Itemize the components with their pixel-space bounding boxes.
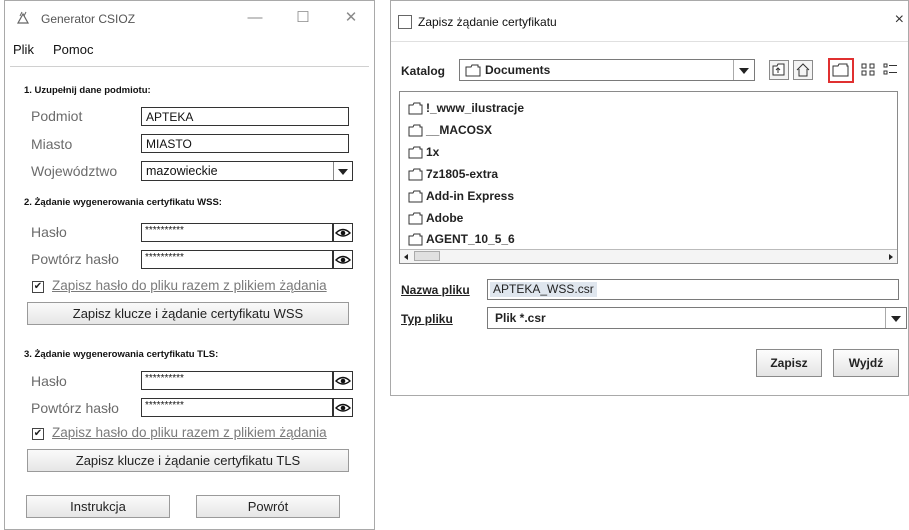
section1-heading: 1. Uzupełnij dane podmiotu: bbox=[24, 85, 151, 96]
wss-password-input[interactable]: ********** bbox=[141, 223, 333, 242]
chevron-down-icon[interactable] bbox=[333, 162, 352, 180]
filename-label: Nazwa pliku bbox=[401, 283, 470, 297]
maximize-button[interactable]: ☐ bbox=[289, 7, 317, 29]
folder-icon bbox=[408, 190, 423, 203]
up-folder-icon[interactable] bbox=[769, 60, 789, 80]
close-button[interactable]: ✕ bbox=[337, 7, 365, 29]
save-tls-button[interactable]: Zapisz klucze i żądanie certyfikatu TLS bbox=[27, 449, 349, 472]
list-view-icon[interactable] bbox=[859, 60, 879, 80]
save-dialog: Zapisz żądanie certyfikatu × Katalog Doc… bbox=[390, 0, 909, 396]
wss-save-password-label[interactable]: Zapisz hasło do pliku razem z plikiem żą… bbox=[52, 278, 327, 293]
eye-icon[interactable] bbox=[333, 398, 353, 417]
filetype-label: Typ pliku bbox=[401, 312, 453, 326]
new-folder-icon[interactable] bbox=[828, 58, 854, 83]
generator-window: Generator CSIOZ — ☐ ✕ Plik Pomoc 1. Uzup… bbox=[4, 0, 375, 530]
menu-pomoc[interactable]: Pomoc bbox=[53, 42, 93, 57]
podmiot-input[interactable]: APTEKA bbox=[141, 107, 349, 126]
scroll-right-icon[interactable] bbox=[884, 250, 897, 262]
tls-save-password-checkbox[interactable]: ✔ bbox=[32, 428, 44, 440]
file-name: 7z1805-extra bbox=[426, 167, 499, 181]
wss-haslo-label: Hasło bbox=[31, 224, 67, 240]
miasto-label: Miasto bbox=[31, 136, 73, 152]
folder-icon bbox=[408, 146, 423, 159]
menu-bar: Plik Pomoc bbox=[5, 39, 374, 61]
section2-heading: 2. Żądanie wygenerowania certyfikatu WSS… bbox=[24, 197, 222, 208]
java-app-icon bbox=[398, 15, 412, 29]
katalog-value: Documents bbox=[485, 63, 551, 77]
folder-icon bbox=[465, 64, 481, 77]
folder-icon bbox=[408, 212, 423, 225]
folder-icon bbox=[408, 168, 423, 181]
save-wss-button[interactable]: Zapisz klucze i żądanie certyfikatu WSS bbox=[27, 302, 349, 325]
close-icon[interactable]: × bbox=[895, 11, 904, 29]
wss-repeat-password-input[interactable]: ********** bbox=[141, 250, 333, 269]
podmiot-label: Podmiot bbox=[31, 108, 83, 124]
folder-icon bbox=[408, 102, 423, 115]
chevron-down-icon[interactable] bbox=[885, 308, 906, 328]
wss-powtorz-label: Powtórz hasło bbox=[31, 251, 119, 267]
wojewodztwo-value: mazowieckie bbox=[146, 164, 218, 178]
file-name: !_www_ilustracje bbox=[426, 101, 525, 115]
filename-value: APTEKA_WSS.csr bbox=[490, 282, 597, 297]
tls-repeat-password-input[interactable]: ********** bbox=[141, 398, 333, 417]
menu-plik[interactable]: Plik bbox=[13, 42, 34, 57]
scrollbar-thumb[interactable] bbox=[414, 251, 440, 261]
title-separator bbox=[391, 41, 908, 42]
app-logo-icon bbox=[16, 11, 30, 24]
window-title: Generator CSIOZ bbox=[41, 12, 136, 26]
eye-icon[interactable] bbox=[333, 371, 353, 390]
filetype-select[interactable]: Plik *.csr bbox=[487, 307, 907, 329]
filename-input[interactable]: APTEKA_WSS.csr bbox=[487, 279, 899, 300]
eye-icon[interactable] bbox=[333, 250, 353, 269]
file-name: Add-in Express bbox=[426, 189, 515, 203]
form-panel: 1. Uzupełnij dane podmiotu: Podmiot APTE… bbox=[10, 66, 369, 527]
tls-haslo-label: Hasło bbox=[31, 373, 67, 389]
filetype-value: Plik *.csr bbox=[495, 311, 546, 325]
katalog-combo[interactable]: Documents bbox=[459, 59, 755, 81]
wss-save-password-checkbox[interactable]: ✔ bbox=[32, 281, 44, 293]
folder-icon bbox=[408, 233, 423, 246]
wojewodztwo-select[interactable]: mazowieckie bbox=[141, 161, 353, 181]
miasto-input[interactable]: MIASTO bbox=[141, 134, 349, 153]
wojewodztwo-label: Województwo bbox=[31, 163, 118, 179]
katalog-label: Katalog bbox=[401, 64, 446, 78]
file-name: __MACOSX bbox=[426, 123, 493, 137]
minimize-button[interactable]: — bbox=[241, 7, 269, 29]
file-name: AGENT_10_5_6 bbox=[426, 232, 515, 246]
section3-heading: 3. Żądanie wygenerowania certyfikatu TLS… bbox=[24, 349, 219, 360]
details-view-icon[interactable] bbox=[881, 60, 901, 80]
instrukcja-button[interactable]: Instrukcja bbox=[26, 495, 170, 518]
home-icon[interactable] bbox=[793, 60, 813, 80]
file-name: Adobe bbox=[426, 211, 464, 225]
chevron-down-icon[interactable] bbox=[733, 60, 754, 80]
file-list[interactable]: !_www_ilustracje __MACOSX 1x 7z1805-extr… bbox=[399, 91, 898, 264]
generator-titlebar: Generator CSIOZ — ☐ ✕ bbox=[5, 1, 374, 37]
tls-save-password-label[interactable]: Zapisz hasło do pliku razem z plikiem żą… bbox=[52, 425, 327, 440]
dialog-title: Zapisz żądanie certyfikatu bbox=[418, 15, 557, 29]
tls-powtorz-label: Powtórz hasło bbox=[31, 400, 119, 416]
wyjdz-button[interactable]: Wyjdź bbox=[833, 349, 899, 377]
scroll-left-icon[interactable] bbox=[400, 250, 413, 262]
eye-icon[interactable] bbox=[333, 223, 353, 242]
powrot-button[interactable]: Powrót bbox=[196, 495, 340, 518]
horizontal-scrollbar[interactable] bbox=[400, 249, 897, 263]
tls-password-input[interactable]: ********** bbox=[141, 371, 333, 390]
file-name: 1x bbox=[426, 145, 440, 159]
zapisz-button[interactable]: Zapisz bbox=[756, 349, 822, 377]
folder-icon bbox=[408, 124, 423, 137]
